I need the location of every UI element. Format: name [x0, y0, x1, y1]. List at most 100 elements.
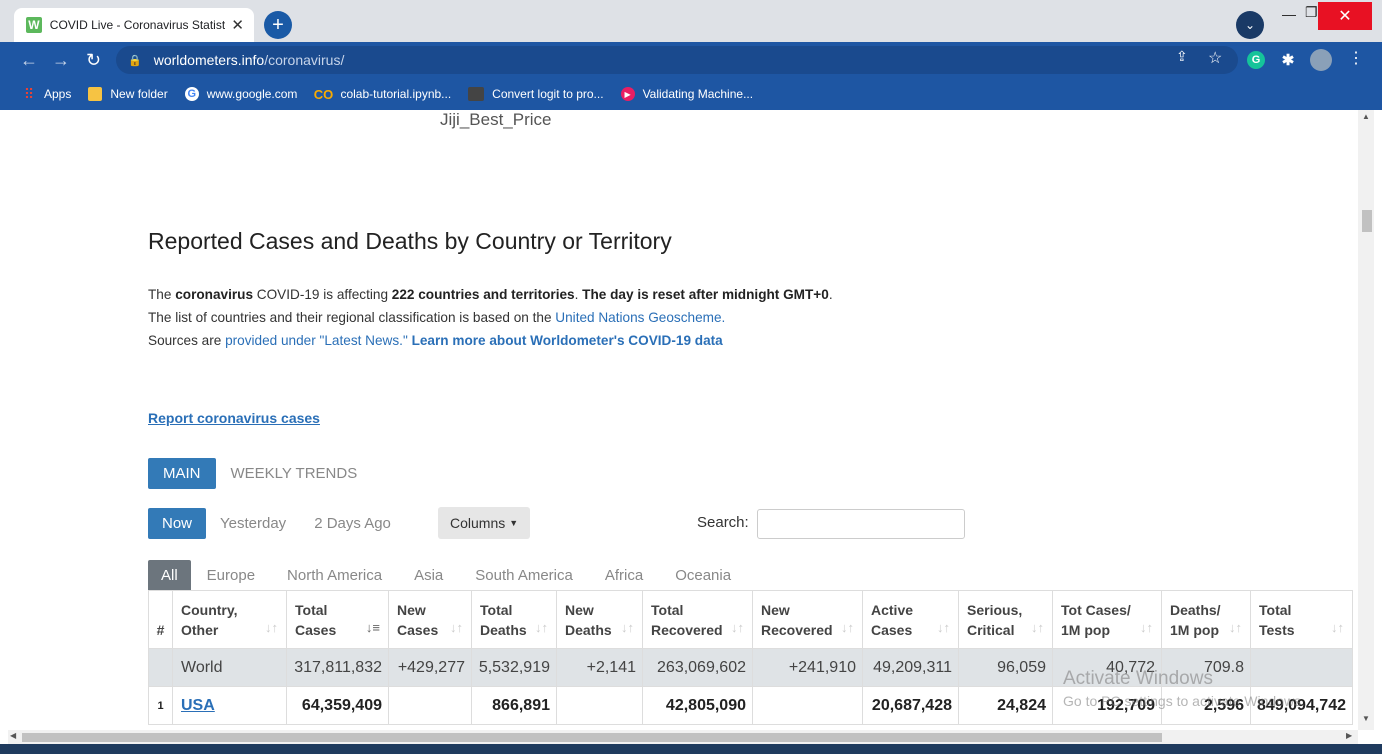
country-link-usa[interactable]: USA — [181, 697, 215, 714]
close-window-button[interactable]: ✕ — [1318, 2, 1372, 30]
bookmark-validating-machine[interactable]: ▶ Validating Machine... — [620, 87, 754, 101]
col-header-new-cases[interactable]: New Cases ↓↑ — [388, 590, 472, 649]
table-header-row: # Country, Other ↓↑ Total Cases ↓≡ New Cases ↓… — [148, 590, 1353, 649]
header-text: New — [761, 602, 790, 618]
caret-down-icon: ▼ — [509, 518, 519, 528]
grammarly-icon[interactable]: G — [1247, 51, 1265, 69]
col-header-total-tests[interactable]: Total Tests ↓↑ — [1250, 590, 1353, 649]
un-geoscheme-link[interactable]: United Nations Geoscheme. — [555, 310, 725, 325]
extensions-puzzle-icon[interactable]: ✱ — [1279, 51, 1297, 69]
sort-desc-icon: ↓≡ — [365, 620, 380, 635]
ad-label: Jiji_Best_Price — [440, 110, 552, 129]
bookmark-label: Validating Machine... — [642, 87, 754, 101]
col-header-total-cases[interactable]: Total Cases ↓≡ — [286, 590, 389, 649]
scrollbar-thumb[interactable] — [1362, 210, 1372, 232]
close-tab-icon[interactable]: ✕ — [231, 16, 244, 34]
columns-label: Columns — [450, 515, 506, 531]
table-cell: 866,891 — [471, 686, 557, 725]
sort-icon: ↓↑ — [1229, 620, 1242, 635]
scrollbar-thumb[interactable] — [22, 733, 1162, 742]
horizontal-scrollbar[interactable]: ◀ ▶ — [8, 730, 1358, 744]
header-text: Recovered — [651, 622, 723, 638]
header-text: Serious, — [967, 602, 1023, 618]
table-cell: 263,069,602 — [642, 648, 753, 687]
browser-tab[interactable]: W COVID Live - Coronavirus Statisti ✕ — [14, 8, 254, 42]
intro-text: Sources are — [148, 333, 226, 348]
col-header-deaths-per-million[interactable]: Deaths/1M pop ↓↑ — [1161, 590, 1251, 649]
scroll-right-icon[interactable]: ▶ — [1346, 731, 1352, 740]
columns-button[interactable]: Columns ▼ — [438, 507, 531, 539]
bookmark-apps[interactable]: ⠿ Apps — [22, 86, 72, 102]
intro-bold: coronavirus — [175, 287, 254, 302]
col-header-rank[interactable]: # — [148, 590, 173, 649]
sort-icon: ↓↑ — [937, 620, 950, 635]
page-title: Reported Cases and Deaths by Country or … — [148, 228, 672, 254]
tab-now[interactable]: Now — [148, 508, 207, 539]
play-icon: ▶ — [620, 87, 635, 101]
activate-windows-watermark: Activate Windows Go to PC settings to ac… — [1063, 668, 1305, 712]
folder-icon — [88, 87, 103, 101]
table-cell: 49,209,311 — [862, 648, 959, 687]
search-input[interactable] — [757, 509, 965, 539]
url-path: /coronavirus/ — [264, 52, 345, 68]
col-header-total-deaths[interactable]: Total Deaths ↓↑ — [471, 590, 557, 649]
region-tab-oceania[interactable]: Oceania — [659, 560, 747, 590]
bookmark-convert-logit[interactable]: Convert logit to pro... — [468, 87, 604, 101]
col-header-new-recovered[interactable]: New Recovered ↓↑ — [752, 590, 863, 649]
table-cell: +429,277 — [388, 648, 472, 687]
col-header-new-deaths[interactable]: New Deaths ↓↑ — [556, 590, 643, 649]
col-header-serious-critical[interactable]: Serious, Critical ↓↑ — [958, 590, 1053, 649]
col-header-active-cases[interactable]: Active Cases ↓↑ — [862, 590, 959, 649]
col-header-country[interactable]: Country, Other ↓↑ — [172, 590, 287, 649]
back-icon[interactable]: ← — [20, 50, 38, 71]
sort-icon: ↓↑ — [731, 620, 744, 635]
vertical-scrollbar[interactable]: ▲ ▼ — [1358, 110, 1374, 730]
address-bar[interactable]: 🔒 worldometers.info/coronavirus/ — [116, 46, 1238, 74]
col-header-total-recovered[interactable]: Total Recovered ↓↑ — [642, 590, 753, 649]
report-cases-link[interactable]: Report coronavirus cases — [148, 410, 320, 426]
intro-bold: The day is reset after midnight GMT+0 — [582, 287, 829, 302]
reload-icon[interactable]: ↻ — [86, 50, 101, 71]
scroll-up-icon[interactable]: ▲ — [1362, 112, 1370, 121]
bookmark-new-folder[interactable]: New folder — [88, 87, 168, 101]
view-tabs: MAIN WEEKLY TRENDS — [148, 458, 372, 489]
bookmark-star-icon[interactable]: ☆ — [1208, 48, 1222, 68]
header-text: New — [397, 602, 426, 618]
menu-kebab-icon[interactable]: ⋮ — [1348, 48, 1364, 68]
table-cell: 1 — [148, 686, 173, 725]
learn-more-link[interactable]: Learn more about Worldometer's COVID-19 … — [412, 333, 723, 348]
region-tab-europe[interactable]: Europe — [191, 560, 271, 590]
share-icon[interactable]: ⇪ — [1176, 48, 1188, 65]
forward-icon[interactable]: → — [52, 50, 70, 71]
bookmark-label: New folder — [110, 87, 168, 101]
worldometer-favicon-icon: W — [26, 17, 42, 33]
google-icon: G — [184, 87, 199, 101]
region-tab-africa[interactable]: Africa — [589, 560, 659, 590]
scroll-down-icon[interactable]: ▼ — [1362, 714, 1370, 723]
tab-2-days-ago[interactable]: 2 Days Ago — [300, 508, 405, 539]
minimize-icon[interactable]: — — [1282, 6, 1296, 22]
bookmark-google[interactable]: Gwww.google.com — [184, 87, 297, 101]
tab-yesterday[interactable]: Yesterday — [206, 508, 300, 539]
header-text: Total — [480, 602, 513, 618]
bookmark-colab[interactable]: CO colab-tutorial.ipynb... — [314, 87, 451, 102]
region-tab-all[interactable]: All — [148, 560, 191, 590]
restore-icon[interactable]: ❐ — [1305, 4, 1318, 21]
table-cell: USA — [172, 686, 287, 725]
tab-search-chevron-icon[interactable]: ⌄ — [1236, 11, 1264, 39]
region-tab-south-america[interactable]: South America — [459, 560, 589, 590]
header-text: Tot Cases/ — [1061, 602, 1131, 618]
new-tab-button[interactable]: + — [264, 11, 292, 39]
sort-icon: ↓↑ — [450, 620, 463, 635]
region-tab-north-america[interactable]: North America — [271, 560, 398, 590]
col-header-cases-per-million[interactable]: Tot Cases/1M pop ↓↑ — [1052, 590, 1162, 649]
region-tab-asia[interactable]: Asia — [398, 560, 459, 590]
tab-main[interactable]: MAIN — [148, 458, 216, 489]
latest-news-link[interactable]: provided under "Latest News." — [225, 333, 408, 348]
tab-weekly-trends[interactable]: WEEKLY TRENDS — [216, 458, 373, 489]
scroll-left-icon[interactable]: ◀ — [10, 731, 16, 740]
sort-icon: ↓↑ — [841, 620, 854, 635]
avatar[interactable] — [1310, 49, 1332, 71]
header-text: Total — [1259, 602, 1292, 618]
watermark-line: Go to PC settings to activate Windows. — [1063, 693, 1305, 709]
